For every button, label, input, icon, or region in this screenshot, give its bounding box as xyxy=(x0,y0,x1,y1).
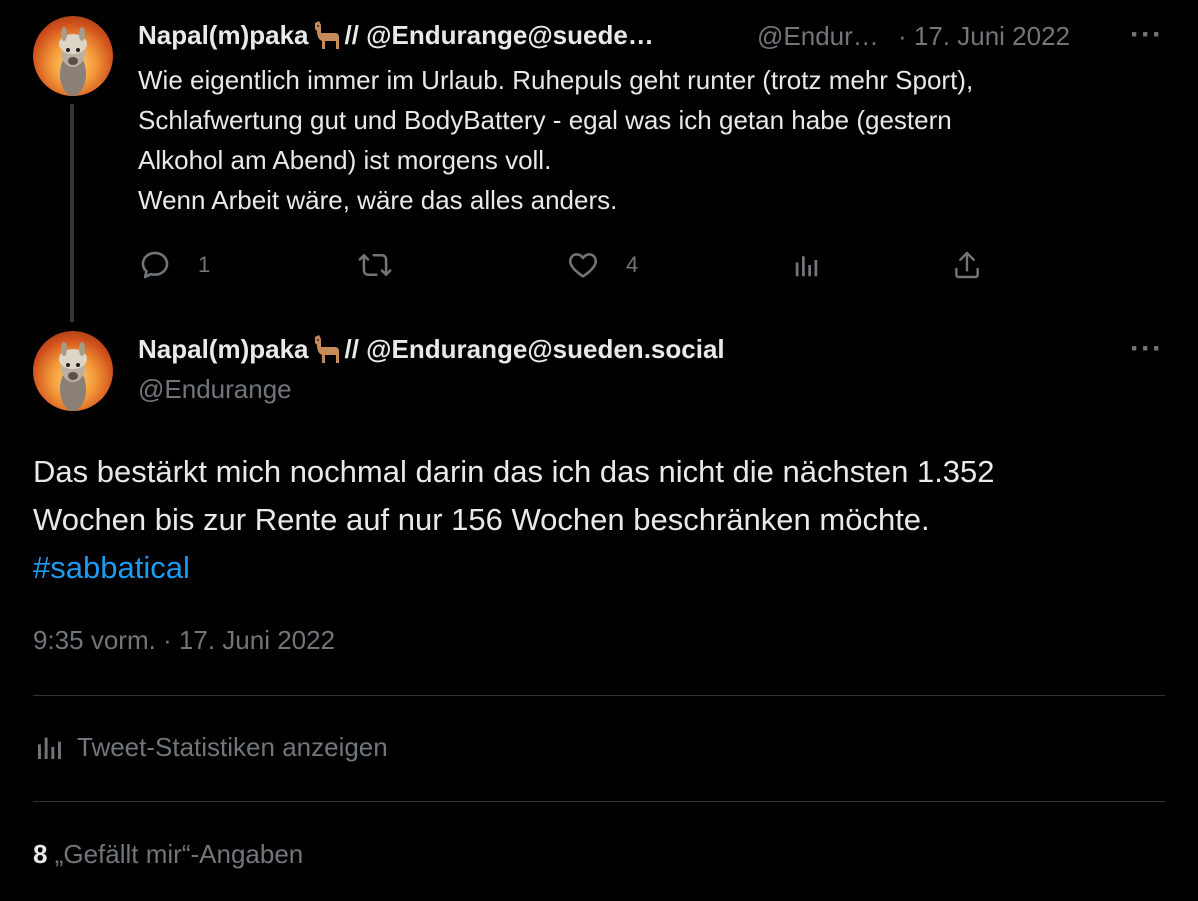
like-button[interactable]: 4 xyxy=(566,248,638,282)
views-button[interactable] xyxy=(792,250,822,280)
tweet-text-line: Wochen bis zur Rente auf nur 156 Wochen … xyxy=(33,502,930,537)
handle[interactable]: @Endurange xyxy=(138,374,292,405)
tweet-statistics-link[interactable]: Tweet-Statistiken anzeigen xyxy=(33,731,388,763)
divider xyxy=(33,695,1165,696)
tweet-text: Wie eigentlich immer im Urlaub. Ruhepuls… xyxy=(138,65,974,215)
llama-emoji-icon xyxy=(314,21,339,49)
analytics-icon xyxy=(795,256,818,277)
display-name-suffix[interactable]: // @Endurange@suede… xyxy=(345,20,654,51)
more-icon[interactable]: ··· xyxy=(1130,332,1163,366)
main-tweet-header: Napal(m)paka // @Endurange@sueden.social xyxy=(138,333,725,365)
display-name[interactable]: Napal(m)paka xyxy=(138,334,309,365)
share-button[interactable] xyxy=(951,248,983,282)
stats-label: Tweet-Statistiken anzeigen xyxy=(77,731,388,762)
llama-emoji-icon xyxy=(314,335,339,363)
handle[interactable]: @Endur… xyxy=(757,21,879,52)
share-icon xyxy=(955,251,979,279)
likes-summary[interactable]: 8 „Gefällt mir“-Angaben xyxy=(33,839,303,870)
like-count: 4 xyxy=(626,252,639,277)
reply-tweet-header: Napal(m)paka // @Endurange@suede… xyxy=(138,19,654,51)
more-icon[interactable]: ··· xyxy=(1130,18,1163,52)
hashtag-link[interactable]: #sabbatical xyxy=(33,550,190,585)
analytics-icon xyxy=(38,737,61,759)
reply-icon xyxy=(141,251,169,279)
likes-label: „Gefällt mir“-Angaben xyxy=(54,839,304,869)
reply-button[interactable]: 1 xyxy=(138,248,210,282)
likes-count: 8 xyxy=(33,839,48,869)
avatar[interactable] xyxy=(33,331,113,411)
tweet-text-line: Das bestärkt mich nochmal darin das ich … xyxy=(33,454,995,489)
heart-icon xyxy=(568,253,598,278)
tweet-text: Das bestärkt mich nochmal darin das ich … xyxy=(33,448,1163,592)
divider xyxy=(33,801,1165,802)
tweet-timestamp[interactable]: 9:35 vorm. · 17. Juni 2022 xyxy=(33,625,335,656)
thread-line xyxy=(70,104,74,322)
tweet-date[interactable]: · 17. Juni 2022 xyxy=(898,21,1070,52)
retweet-button[interactable] xyxy=(357,248,393,282)
reply-count: 1 xyxy=(198,252,211,277)
display-name[interactable]: Napal(m)paka xyxy=(138,20,309,51)
avatar[interactable] xyxy=(33,16,113,96)
display-name-suffix[interactable]: // @Endurange@sueden.social xyxy=(345,334,725,365)
retweet-icon xyxy=(358,254,392,276)
